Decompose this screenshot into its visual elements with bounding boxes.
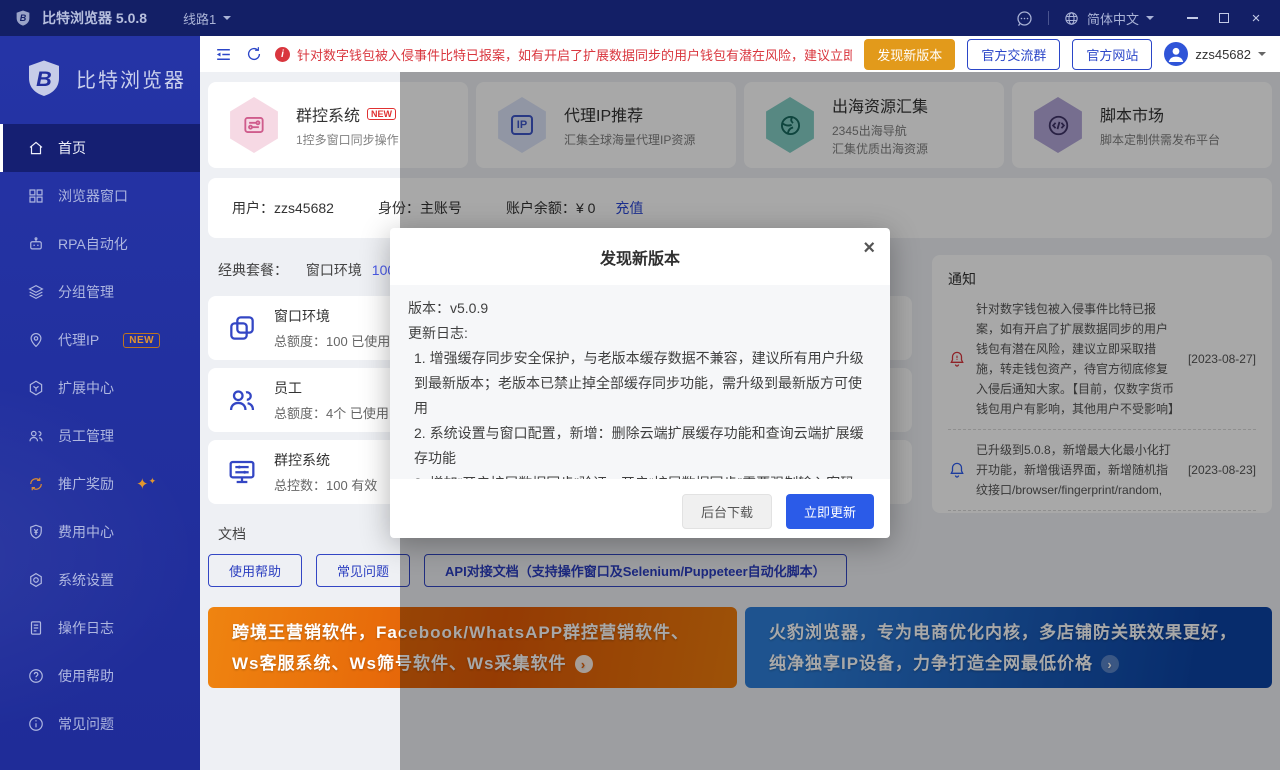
- people-icon: [27, 427, 45, 445]
- refresh-icon[interactable]: [245, 45, 263, 63]
- sidebar-item-extensions[interactable]: 扩展中心: [0, 364, 200, 412]
- home-icon: [27, 139, 45, 157]
- package-summary: 经典套餐： 窗口环境 100 个: [218, 262, 413, 278]
- announcement-banner: i 针对数字钱包被入侵事件比特已报案，如有开启了扩展数据同步的用户钱包有潜在风险…: [275, 45, 852, 64]
- app-window: B 比特浏览器 5.0.8 线路1 简体中文 × B 比特浏览器 首页 浏览器窗…: [0, 0, 1280, 770]
- docs-help-button[interactable]: 使用帮助: [208, 554, 303, 587]
- new-version-button[interactable]: 发现新版本: [864, 38, 956, 70]
- chevron-down-icon: [1258, 52, 1266, 60]
- main-toolbar: i 针对数字钱包被入侵事件比特已报案，如有开启了扩展数据同步的用户钱包有潜在风险…: [200, 36, 1280, 72]
- app-title: 比特浏览器 5.0.8: [42, 10, 148, 26]
- chevron-down-icon: [1146, 16, 1154, 24]
- changelog-item: 3. 增加“开启扩展数据同步”验证，开启“扩展数据同步”需要强制输入密码: [408, 471, 872, 479]
- sidebar-item-browser-windows[interactable]: 浏览器窗口: [0, 172, 200, 220]
- brand-name: 比特浏览器: [76, 69, 186, 92]
- version-line: 版本：v5.0.9: [408, 300, 489, 316]
- maximize-button[interactable]: [1210, 5, 1238, 31]
- extension-icon: [27, 379, 45, 397]
- sidebar-item-rpa[interactable]: RPA自动化: [0, 220, 200, 268]
- sidebar-item-home[interactable]: 首页: [0, 124, 200, 172]
- announcement-text: 针对数字钱包被入侵事件比特已报案，如有开启了扩展数据同步的用户钱包有潜在风险，建…: [297, 47, 853, 63]
- chevron-down-icon: [223, 16, 232, 24]
- official-group-button[interactable]: 官方交流群: [967, 38, 1061, 70]
- username: zzs45682: [1195, 46, 1251, 62]
- location-pin-icon: [27, 331, 45, 349]
- layers-icon: [27, 283, 45, 301]
- document-log-icon: [27, 619, 45, 637]
- sidebar-nav: 首页 浏览器窗口 RPA自动化 分组管理 代理IP NEW 扩展中心 员工管理 …: [0, 124, 200, 748]
- alert-info-icon: i: [275, 46, 290, 62]
- promotion-rewards-icon: [27, 475, 45, 493]
- sidebar-item-help[interactable]: 使用帮助: [0, 652, 200, 700]
- sparkle-icon: ✦✦: [136, 475, 157, 493]
- robot-icon: [27, 235, 45, 253]
- close-icon[interactable]: ×: [863, 238, 875, 258]
- brand-shield-icon: B: [24, 56, 64, 100]
- question-circle-icon: [27, 667, 45, 685]
- divider: [1047, 11, 1049, 25]
- globe-icon: [1063, 10, 1080, 27]
- gear-icon: [27, 571, 45, 589]
- background-download-button[interactable]: 后台下载: [681, 494, 772, 529]
- brand: B 比特浏览器: [0, 36, 200, 124]
- sidebar-item-billing[interactable]: 费用中心: [0, 508, 200, 556]
- window-env-icon: [226, 312, 258, 344]
- sidebar-item-proxy-ip[interactable]: 代理IP NEW: [0, 316, 200, 364]
- new-badge: NEW: [123, 332, 161, 348]
- changelog-item: 2. 系统设置与窗口配置，新增：删除云端扩展缓存功能和查询云端扩展缓存功能: [414, 425, 864, 466]
- official-website-button[interactable]: 官方网站: [1072, 38, 1153, 70]
- update-modal: 发现新版本 × 版本：v5.0.9 更新日志: 1. 增强缓存同步安全保护，与老…: [390, 228, 890, 538]
- collapse-sidebar-icon[interactable]: [214, 45, 233, 64]
- language-selector[interactable]: 简体中文: [1063, 9, 1154, 28]
- close-window-button[interactable]: ×: [1242, 5, 1270, 31]
- avatar: [1164, 42, 1189, 66]
- new-badge: NEW: [367, 107, 397, 120]
- shield-fee-icon: [27, 523, 45, 541]
- monitor-control-icon: [226, 456, 258, 488]
- modal-footer: 后台下载 立即更新: [390, 479, 890, 529]
- svg-text:B: B: [20, 13, 27, 23]
- grid-icon: [27, 187, 45, 205]
- changelog-item: 1. 增强缓存同步安全保护，与老版本缓存数据不兼容，建议所有用户升级到最新版本；…: [414, 350, 864, 416]
- docs-faq-button[interactable]: 常见问题: [316, 554, 411, 587]
- staff-icon: [226, 384, 258, 416]
- account-username: zzs45682: [274, 200, 334, 216]
- changelog-label: 更新日志:: [408, 325, 468, 341]
- update-now-button[interactable]: 立即更新: [785, 494, 874, 529]
- sidebar-item-logs[interactable]: 操作日志: [0, 604, 200, 652]
- titlebar: B 比特浏览器 5.0.8 线路1 简体中文 ×: [0, 0, 1280, 36]
- app-logo-icon: B: [14, 8, 32, 28]
- modal-changelog: 版本：v5.0.9 更新日志: 1. 增强缓存同步安全保护，与老版本缓存数据不兼…: [390, 285, 890, 479]
- docs-title: 文档: [218, 526, 246, 542]
- info-circle-icon: [27, 715, 45, 733]
- sidebar: B 比特浏览器 首页 浏览器窗口 RPA自动化 分组管理 代理IP NEW 扩展…: [0, 36, 200, 770]
- support-chat-icon[interactable]: [1015, 9, 1034, 28]
- modal-header: 发现新版本 ×: [390, 228, 890, 285]
- group-control-icon: [230, 97, 278, 153]
- sidebar-item-staff[interactable]: 员工管理: [0, 412, 200, 460]
- sidebar-item-groups[interactable]: 分组管理: [0, 268, 200, 316]
- user-menu[interactable]: zzs45682: [1164, 42, 1266, 66]
- sidebar-item-promotion[interactable]: 推广奖励 ✦✦: [0, 460, 200, 508]
- svg-text:B: B: [36, 66, 52, 91]
- line-selector[interactable]: 线路1: [183, 9, 232, 28]
- sidebar-item-faq[interactable]: 常见问题: [0, 700, 200, 748]
- sidebar-item-settings[interactable]: 系统设置: [0, 556, 200, 604]
- modal-title: 发现新版本: [599, 250, 680, 268]
- minimize-button[interactable]: [1178, 5, 1206, 31]
